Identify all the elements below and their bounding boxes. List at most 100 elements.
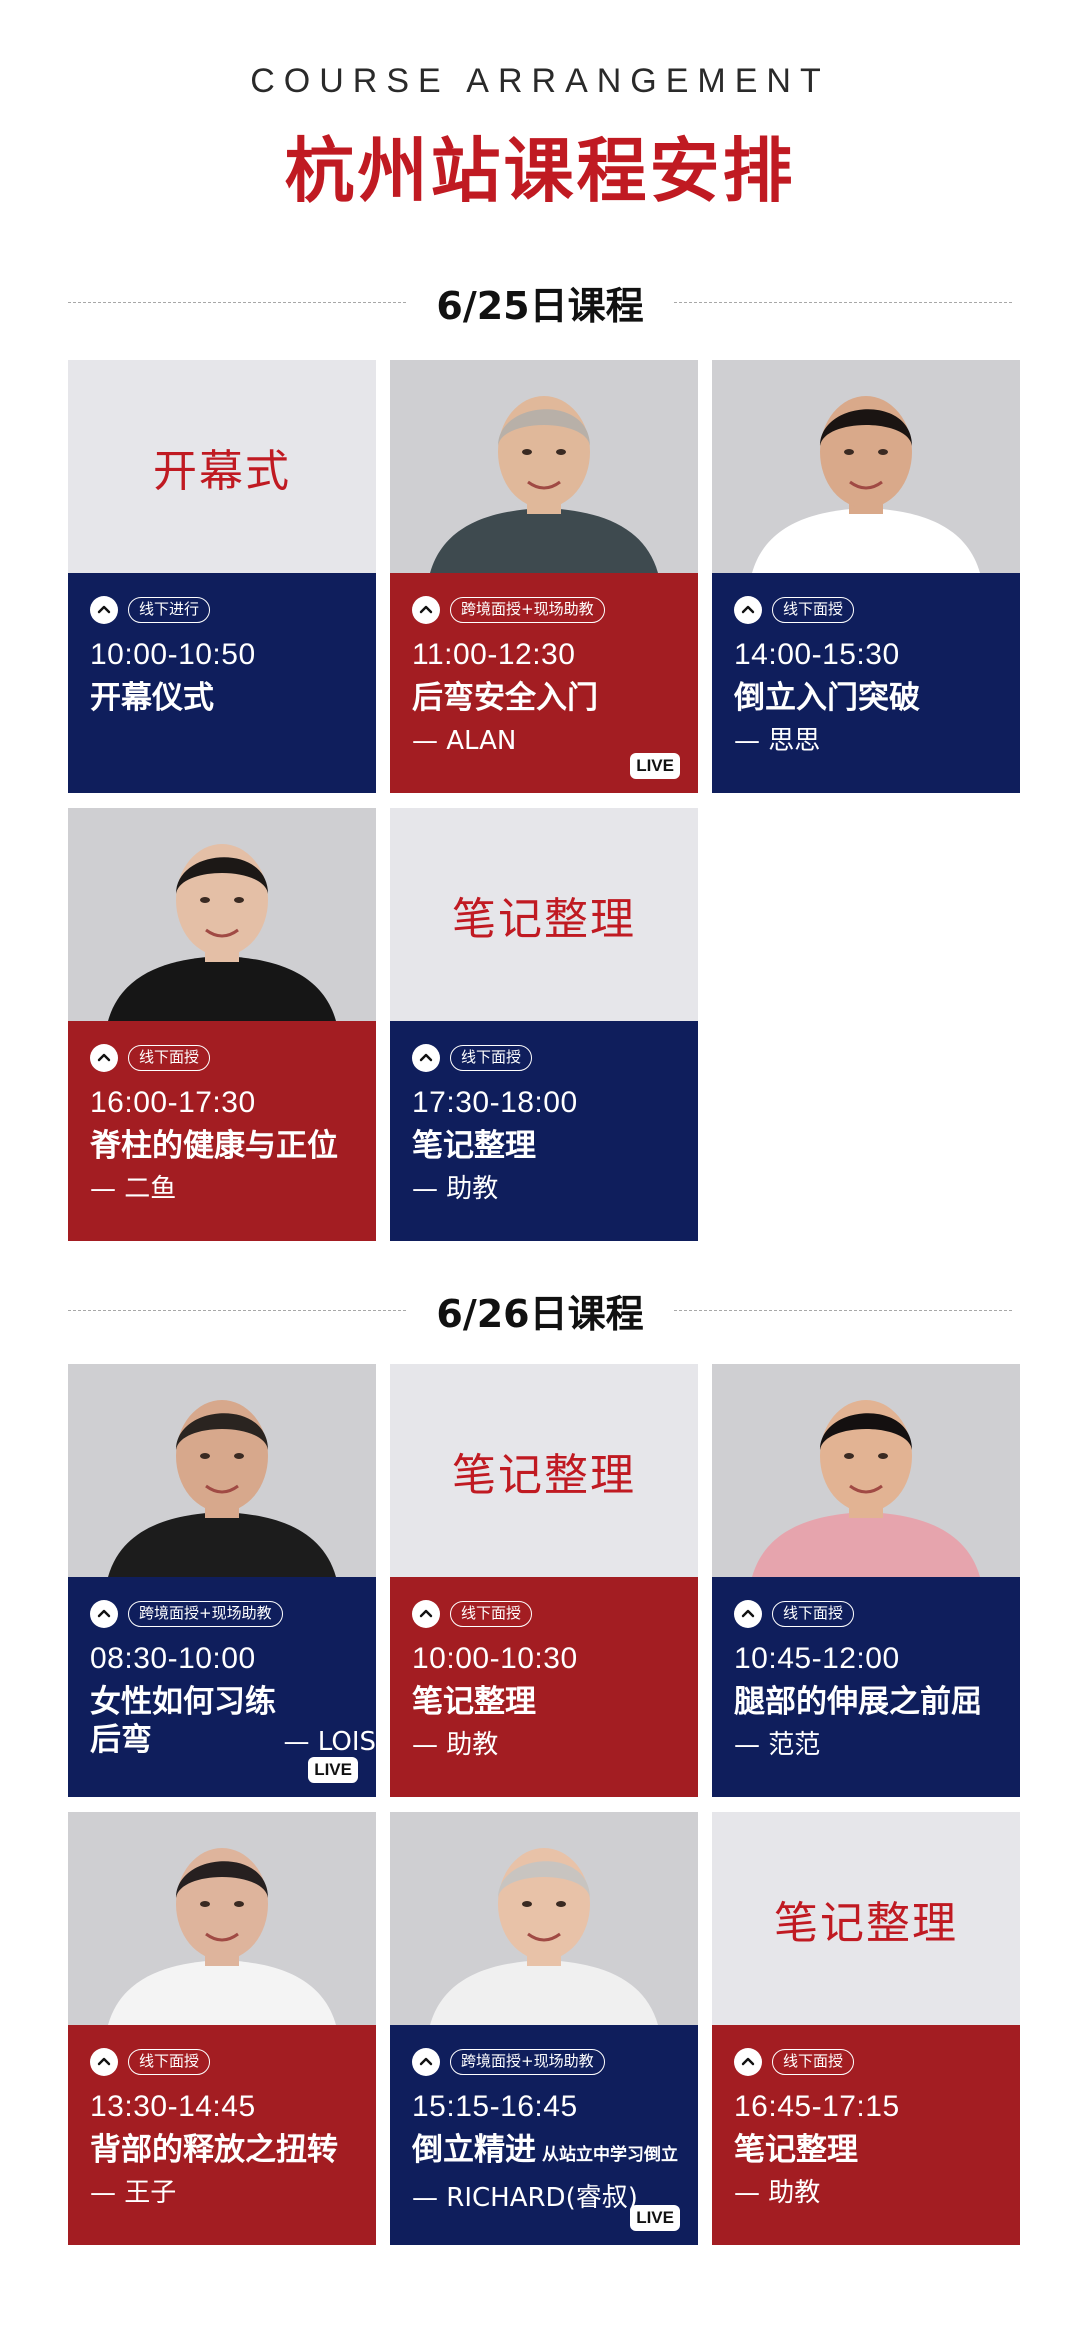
course-name: 后弯安全入门 — [412, 679, 698, 717]
chevron-up-icon — [412, 1600, 440, 1628]
instructor-photo — [390, 1812, 698, 2025]
tag-row: 线下面授 — [412, 1043, 698, 1073]
divider — [68, 301, 407, 303]
format-tag: 线下进行 — [128, 597, 211, 623]
course-title: 笔记整理 — [734, 2132, 858, 2168]
card-photo-panel — [390, 1812, 698, 2025]
day-label: 6/26日课程 — [436, 1291, 644, 1336]
format-tag: 线下面授 — [772, 1601, 855, 1627]
teacher-name: — LOIS — [283, 1727, 376, 1757]
tag-row: 跨境面授+现场助教 — [412, 595, 698, 625]
card-info-panel: 跨境面授+现场助教 11:00-12:30 后弯安全入门 — ALAN LIVE — [390, 573, 698, 793]
course-card: 线下面授 13:30-14:45 背部的释放之扭转 — 王子 — [68, 1812, 376, 2245]
live-badge: LIVE — [630, 2205, 680, 2231]
course-card: 线下面授 14:00-15:30 倒立入门突破 — 思思 — [712, 360, 1020, 793]
course-time: 10:00-10:30 — [412, 1642, 578, 1675]
tag-row: 线下面授 — [734, 2047, 1020, 2077]
instructor-photo — [68, 1812, 376, 2025]
live-badge: LIVE — [630, 753, 680, 779]
course-note: 从站立中学习倒立 — [542, 2145, 678, 2165]
card-panel-text: 笔记整理 — [452, 893, 636, 945]
course-name: 开幕仪式 — [90, 679, 376, 717]
chevron-up-icon — [90, 596, 118, 624]
page-title: 杭州站课程安排 — [284, 130, 796, 212]
format-tag: 线下面授 — [128, 1045, 211, 1071]
card-title-panel: 笔记整理 — [390, 808, 698, 1021]
course-title: 腿部的伸展之前屈 — [734, 1684, 982, 1720]
course-time: 14:00-15:30 — [734, 638, 900, 671]
instructor-photo — [712, 1364, 1020, 1577]
format-tag: 线下面授 — [772, 597, 855, 623]
course-time: 11:00-12:30 — [412, 638, 576, 671]
course-title: 脊柱的健康与正位 — [90, 1128, 338, 1164]
card-info-panel: 跨境面授+现场助教 08:30-10:00 女性如何习练后弯 — LOIS LI… — [68, 1577, 376, 1797]
card-panel-text: 笔记整理 — [774, 1897, 958, 1949]
card-info-panel: 线下面授 13:30-14:45 背部的释放之扭转 — 王子 — [68, 2025, 376, 2245]
instructor-photo — [68, 808, 376, 1021]
teacher-name: — 二鱼 — [90, 1174, 177, 1204]
course-name: 笔记整理 — [734, 2131, 1020, 2169]
teacher-name: — 王子 — [90, 2178, 177, 2208]
course-time: 13:30-14:45 — [90, 2090, 256, 2123]
card-photo-panel — [712, 360, 1020, 573]
chevron-up-icon — [734, 596, 762, 624]
card-photo-panel — [68, 1812, 376, 2025]
course-title: 笔记整理 — [412, 1684, 536, 1720]
chevron-up-icon — [90, 1600, 118, 1628]
course-name: 脊柱的健康与正位 — [90, 1127, 376, 1165]
tag-row: 线下面授 — [734, 595, 1020, 625]
card-info-panel: 线下面授 10:00-10:30 笔记整理 — 助教 — [390, 1577, 698, 1797]
tag-row: 跨境面授+现场助教 — [412, 2047, 698, 2077]
page-header: COURSE ARRANGEMENT 杭州站课程安排 — [0, 62, 1080, 216]
course-time: 16:00-17:30 — [90, 1086, 256, 1119]
card-info-panel: 跨境面授+现场助教 15:15-16:45 倒立精进 从站立中学习倒立 — RIC… — [390, 2025, 698, 2245]
course-title: 后弯安全入门 — [412, 680, 598, 716]
chevron-up-icon — [734, 1600, 762, 1628]
card-info-panel: 线下面授 17:30-18:00 笔记整理 — 助教 — [390, 1021, 698, 1241]
day-heading-0626: 6/26日课程 — [68, 1280, 1013, 1340]
teacher-name: — 思思 — [734, 726, 821, 756]
teacher-name: — 助教 — [412, 1730, 499, 1760]
course-name: 笔记整理 — [412, 1127, 698, 1165]
course-title: 倒立入门突破 — [734, 680, 920, 716]
course-title: 背部的释放之扭转 — [90, 2132, 338, 2168]
course-card: 线下面授 10:45-12:00 腿部的伸展之前屈 — 范范 — [712, 1364, 1020, 1797]
card-photo-panel — [68, 1364, 376, 1577]
format-tag: 线下面授 — [128, 2049, 211, 2075]
chevron-up-icon — [90, 1044, 118, 1072]
format-tag: 跨境面授+现场助教 — [450, 597, 605, 623]
live-badge: LIVE — [308, 1757, 358, 1783]
chevron-up-icon — [90, 2048, 118, 2076]
course-card: 跨境面授+现场助教 15:15-16:45 倒立精进 从站立中学习倒立 — RIC… — [390, 1812, 698, 2245]
day-heading-0625: 6/25日课程 — [68, 272, 1013, 332]
format-tag: 跨境面授+现场助教 — [128, 1601, 283, 1627]
card-title-panel: 笔记整理 — [712, 1812, 1020, 2025]
card-panel-text: 开幕式 — [153, 445, 291, 497]
course-name: 笔记整理 — [412, 1683, 698, 1721]
course-title: 倒立精进 — [412, 2132, 536, 2168]
chevron-up-icon — [734, 2048, 762, 2076]
chevron-up-icon — [412, 2048, 440, 2076]
course-name: 腿部的伸展之前屈 — [734, 1683, 1020, 1721]
format-tag: 线下面授 — [772, 2049, 855, 2075]
teacher-name: — 助教 — [734, 2178, 821, 2208]
teacher-name: — 范范 — [734, 1730, 821, 1760]
course-time: 08:30-10:00 — [90, 1642, 256, 1675]
format-tag: 跨境面授+现场助教 — [450, 2049, 605, 2075]
page-subtitle: COURSE ARRANGEMENT — [250, 62, 830, 100]
course-name: 倒立入门突破 — [734, 679, 1020, 717]
tag-row: 线下面授 — [734, 1599, 1020, 1629]
course-card: 笔记整理 线下面授 10:00-10:30 笔记整理 — 助教 — [390, 1364, 698, 1797]
teacher-name: — 助教 — [412, 1174, 499, 1204]
tag-row: 跨境面授+现场助教 — [90, 1599, 376, 1629]
card-info-panel: 线下面授 16:00-17:30 脊柱的健康与正位 — 二鱼 — [68, 1021, 376, 1241]
card-info-panel: 线下面授 10:45-12:00 腿部的伸展之前屈 — 范范 — [712, 1577, 1020, 1797]
chevron-up-icon — [412, 596, 440, 624]
chevron-up-icon — [412, 1044, 440, 1072]
course-card: 开幕式 线下进行 10:00-10:50 开幕仪式 — [68, 360, 376, 793]
format-tag: 线下面授 — [450, 1601, 533, 1627]
course-name: 背部的释放之扭转 — [90, 2131, 376, 2169]
course-title: 开幕仪式 — [90, 680, 214, 716]
course-time: 10:45-12:00 — [734, 1642, 900, 1675]
course-title: 笔记整理 — [412, 1128, 536, 1164]
